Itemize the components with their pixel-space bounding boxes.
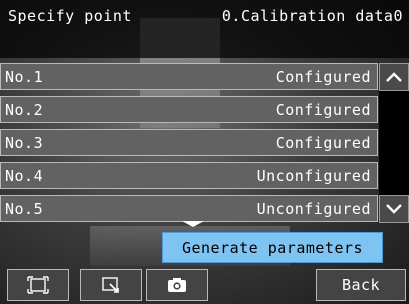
fit-frame-button[interactable] [7,269,69,301]
point-label: No.4 [5,166,44,185]
calibration-data-label: 0.Calibration data0 [221,7,403,25]
point-status: Configured [275,133,371,152]
point-label: No.2 [5,100,44,119]
scroll-up-button[interactable] [379,63,409,91]
capture-image-button[interactable] [146,269,208,301]
point-row-3[interactable]: No.3 Configured [0,129,378,156]
point-row-4[interactable]: No.4 Unconfigured [0,162,378,189]
fit-frame-icon [27,276,49,294]
zoom-region-button[interactable] [80,269,142,301]
generate-parameters-button[interactable]: Generate parameters [162,232,383,263]
point-status: Unconfigured [256,166,371,185]
point-label: No.1 [5,67,44,86]
point-status: Unconfigured [256,199,371,218]
header: Specify point 0.Calibration data0 [0,0,409,58]
list-scrollbar [379,63,409,223]
point-row-2[interactable]: No.2 Configured [0,96,378,123]
footer-toolbar: Back [0,266,409,304]
chevron-up-icon [386,72,402,82]
camera-icon [168,278,186,292]
scroll-down-button[interactable] [379,195,409,223]
point-row-1[interactable]: No.1 Configured [0,63,378,90]
point-status: Configured [275,67,371,86]
page-title: Specify point [8,7,132,25]
point-status: Configured [275,100,371,119]
point-label: No.3 [5,133,44,152]
zoom-region-icon [102,277,119,293]
chevron-down-icon [386,204,402,214]
triangle-down-icon [182,221,204,227]
point-label: No.5 [5,199,44,218]
point-row-5[interactable]: No.5 Unconfigured [0,195,378,222]
back-button[interactable]: Back [316,269,406,301]
